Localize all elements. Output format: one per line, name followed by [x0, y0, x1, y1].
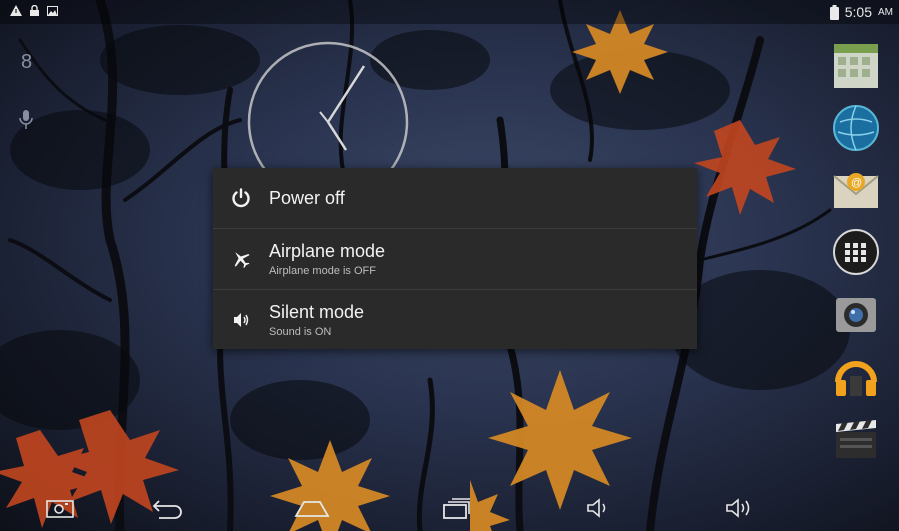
recents-button[interactable] — [434, 491, 478, 525]
power-off-item[interactable]: Power off — [213, 168, 697, 228]
volume-down-button[interactable] — [576, 491, 620, 525]
screenshot-icon — [46, 500, 74, 518]
volume-icon — [234, 313, 249, 327]
status-time: 5:05 — [844, 4, 872, 20]
lock-icon — [30, 5, 39, 16]
volume-up-button[interactable] — [718, 491, 762, 525]
email-app-icon[interactable]: @ — [830, 164, 882, 216]
recents-icon — [443, 498, 470, 519]
apps-launcher-icon[interactable] — [830, 226, 882, 278]
browser-globe-icon[interactable] — [830, 102, 882, 154]
back-button[interactable] — [146, 491, 190, 525]
camera-app-icon[interactable] — [830, 288, 882, 340]
voice-search-icon[interactable] — [18, 109, 34, 131]
app-dock: @ — [830, 40, 890, 474]
screenshot-button[interactable] — [38, 491, 82, 525]
image-icon — [47, 5, 58, 16]
power-menu-dialog: Power off Airplane mode Airplane mode is… — [213, 168, 697, 349]
silent-mode-status: Sound is ON — [269, 326, 332, 338]
airplane-mode-label: Airplane mode — [269, 241, 386, 261]
svg-text:@: @ — [851, 177, 862, 189]
home-icon — [294, 501, 330, 517]
status-bar: 5:05 AM — [0, 0, 899, 24]
music-app-icon[interactable] — [830, 350, 882, 402]
clock-hour-hand — [326, 121, 348, 151]
airplane-mode-item[interactable]: Airplane mode Airplane mode is OFF — [213, 229, 697, 289]
power-icon — [232, 188, 250, 208]
status-right: 5:05 AM — [829, 4, 893, 20]
volume-up-icon — [726, 498, 750, 518]
navigation-bar — [0, 485, 899, 531]
clock-second-hand — [319, 111, 329, 123]
status-ampm: AM — [878, 6, 893, 18]
volume-down-icon — [587, 498, 606, 518]
silent-mode-label: Silent mode — [269, 302, 365, 322]
movie-app-icon[interactable] — [830, 412, 882, 464]
search-widget[interactable]: 8 — [18, 50, 38, 136]
home-button[interactable] — [290, 491, 334, 525]
warning-icon — [10, 5, 22, 16]
silent-mode-item[interactable]: Silent mode Sound is ON — [213, 290, 697, 350]
clock-minute-hand — [326, 65, 366, 123]
power-off-label: Power off — [269, 187, 345, 208]
airplane-mode-status: Airplane mode is OFF — [269, 265, 376, 277]
battery-icon — [829, 4, 839, 20]
svg-text:8: 8 — [21, 51, 32, 73]
airplane-icon — [234, 252, 250, 269]
calendar-app-icon[interactable] — [830, 40, 882, 92]
google-search-icon[interactable]: 8 — [18, 50, 38, 74]
notification-icons — [10, 5, 58, 16]
back-icon — [152, 500, 182, 519]
